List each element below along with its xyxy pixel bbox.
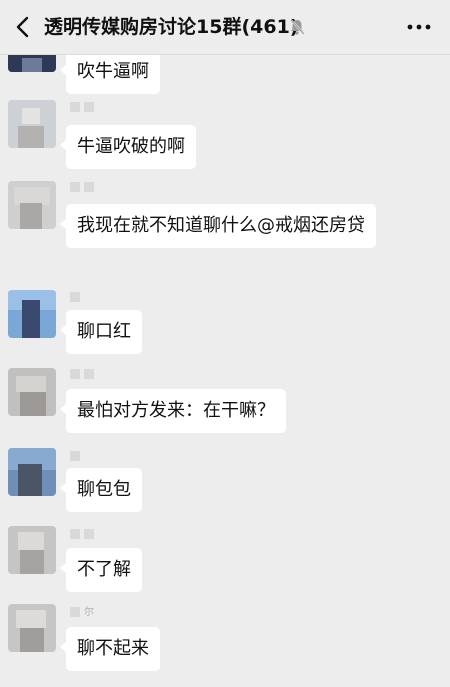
message-bubble[interactable]: 吹牛逼啊 [60,50,160,94]
sender-name [70,368,130,382]
message-bubble[interactable]: 我现在就不知道聊什么@戒烟还房贷 [60,204,376,248]
sender-name [70,450,130,464]
avatar[interactable] [8,448,56,496]
sender-name: 尔 [70,606,130,620]
more-options-icon[interactable] [404,16,434,38]
avatar[interactable] [8,368,56,416]
sender-name [70,291,130,305]
message-bubble[interactable]: 聊口红 [60,310,142,354]
avatar[interactable] [8,526,56,574]
message-bubble[interactable]: 牛逼吹破的啊 [60,125,196,169]
chat-title: 透明传媒购房讨论15群(461) [44,16,299,38]
sender-name [70,101,130,115]
message-bubble[interactable]: 聊包包 [60,468,142,512]
sender-name [70,181,130,195]
avatar[interactable] [8,100,56,148]
avatar[interactable] [8,604,56,652]
message-bubble[interactable]: 最怕对方发来：在干嘛？ [60,389,286,433]
back-arrow-icon[interactable] [10,12,38,42]
avatar[interactable] [8,181,56,229]
avatar[interactable] [8,290,56,338]
sender-name [70,528,130,542]
chat-header: 透明传媒购房讨论15群(461) [0,0,450,55]
message-bubble[interactable]: 聊不起来 [60,627,160,671]
mute-bell-icon [290,19,305,35]
message-bubble[interactable]: 不了解 [60,548,142,592]
